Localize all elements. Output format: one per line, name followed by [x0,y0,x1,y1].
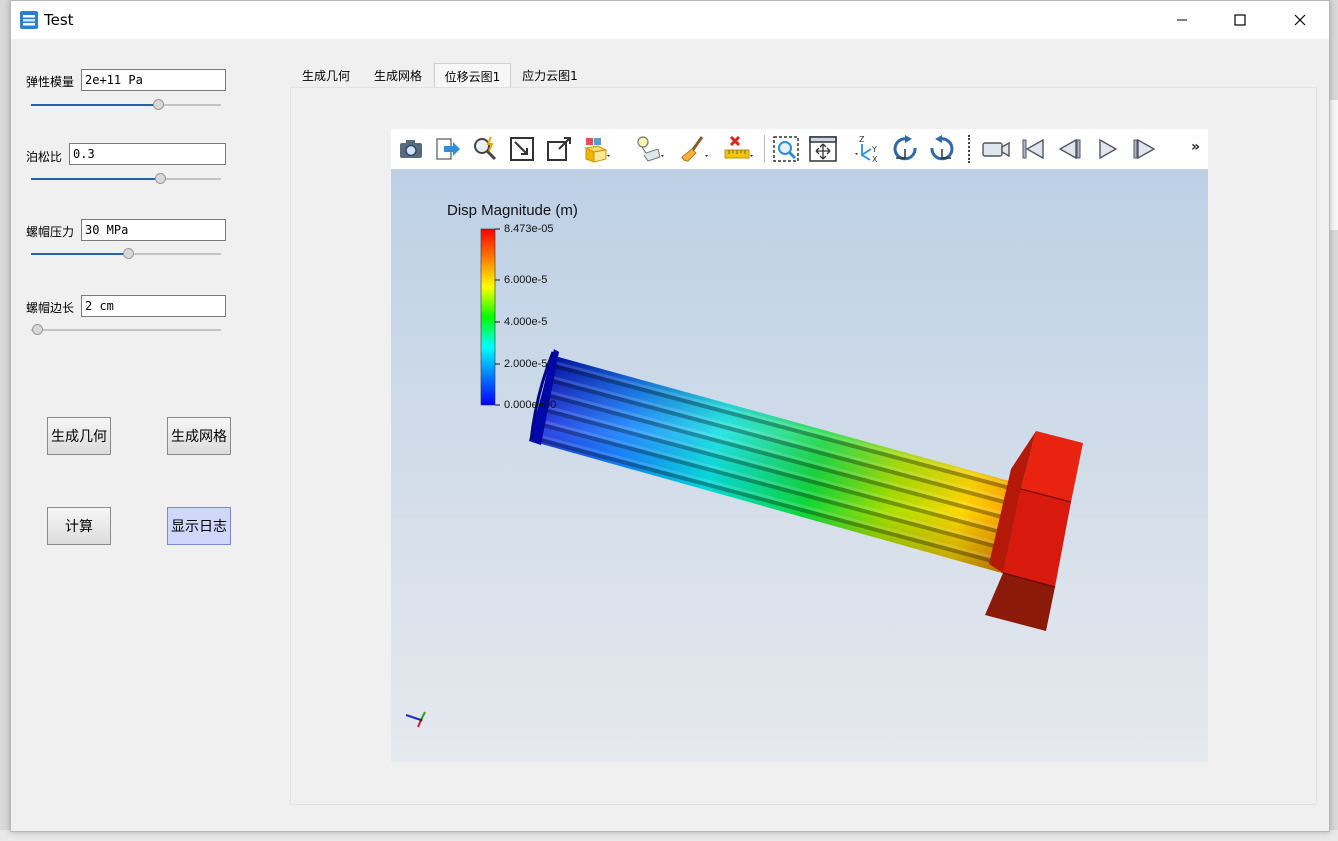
light-icon[interactable] [634,133,666,165]
colorbar-tick-label: 6.000e-5 [504,274,547,286]
colorbar-tick-label: 0.000e+00 [504,399,556,411]
side-length-input[interactable] [81,295,226,317]
slider-handle[interactable] [32,324,43,335]
slider-track [31,329,221,331]
maximize-button[interactable] [1211,1,1269,39]
find-data-icon[interactable] [469,133,501,165]
axes-orientation-icon[interactable]: ZYX [852,133,884,165]
ruler-icon[interactable] [722,133,754,165]
poisson-label: 泊松比 [26,150,63,164]
zoom-to-data-icon[interactable] [543,133,575,165]
slider-handle[interactable] [153,99,165,110]
toolbar-separator [764,135,767,163]
toolbar-separator [968,135,972,163]
bolt-shaft [529,349,1031,577]
side-length-slider[interactable] [31,324,221,336]
viewer-toolbar: ZYX » [391,129,1208,169]
side-length-label: 螺帽边长 [26,301,75,315]
tab-geometry[interactable]: 生成几何 [291,63,361,88]
minimize-button[interactable] [1153,1,1211,39]
record-camera-icon[interactable] [980,133,1012,165]
app-icon [20,11,38,29]
reset-camera-icon[interactable] [506,133,538,165]
slider-fill [31,104,159,106]
colorbar-tick-label: 4.000e-5 [504,316,547,328]
colorbar [480,228,496,406]
colorbar-tick-label: 2.000e-5 [504,358,547,370]
camera-icon[interactable] [395,133,427,165]
tab-mesh[interactable]: 生成网格 [363,63,433,88]
tab-stress[interactable]: 应力云图1 [513,63,587,88]
rotate-cw-icon[interactable] [889,133,921,165]
toolbar-more-button[interactable]: » [1191,139,1200,155]
fit-window-icon[interactable] [807,133,839,165]
pressure-input[interactable] [81,219,226,241]
modulus-slider[interactable] [31,99,221,111]
close-button[interactable] [1271,1,1329,39]
slider-handle[interactable] [155,173,167,184]
rotate-ccw-icon[interactable] [926,133,958,165]
colorbar-title: Disp Magnitude (m) [447,202,578,219]
next-frame-icon[interactable] [1128,133,1160,165]
color-palette-icon[interactable] [580,133,612,165]
slider-fill [31,253,128,255]
colorbar-max-label: 8.473e-05 [504,223,554,235]
slider-handle[interactable] [122,248,134,259]
generate-geometry-button[interactable]: 生成几何 [47,417,111,455]
svg-text:Z: Z [859,135,865,144]
paintbrush-icon[interactable] [678,133,710,165]
window-title: Test [44,11,74,29]
previous-frame-icon[interactable] [1054,133,1086,165]
orientation-axes-icon [405,711,426,728]
render-viewer: ZYX » Disp Magnitude (m) 8.473e-05 6.000… [391,129,1208,762]
poisson-input[interactable] [69,143,226,165]
hex-nut [985,431,1083,631]
first-frame-icon[interactable] [1017,133,1049,165]
maximize-icon [1234,14,1246,26]
compute-button[interactable]: 计算 [47,507,111,545]
svg-text:X: X [872,155,878,164]
pressure-slider[interactable] [31,248,221,260]
modulus-input[interactable] [81,69,226,91]
tab-displacement[interactable]: 位移云图1 [434,63,511,88]
export-icon[interactable] [432,133,464,165]
poisson-slider[interactable] [31,173,221,185]
title-bar[interactable]: Test [11,1,1329,39]
close-icon [1294,14,1306,26]
main-window: Test 弹性模量 泊松比 螺帽压力 螺帽边长 生成几何 生 [10,0,1330,832]
show-log-button[interactable]: 显示日志 [167,507,231,545]
render-view[interactable]: Disp Magnitude (m) 8.473e-05 6.000e-5 4.… [391,169,1208,762]
zoom-to-box-icon[interactable] [770,133,802,165]
svg-text:Y: Y [871,145,877,154]
render-canvas: Disp Magnitude (m) 8.473e-05 6.000e-5 4.… [405,202,1083,728]
play-icon[interactable] [1091,133,1123,165]
pressure-label: 螺帽压力 [26,225,75,239]
generate-mesh-button[interactable]: 生成网格 [167,417,231,455]
minimize-icon [1177,19,1187,21]
modulus-label: 弹性模量 [26,75,75,89]
slider-fill [31,178,161,180]
